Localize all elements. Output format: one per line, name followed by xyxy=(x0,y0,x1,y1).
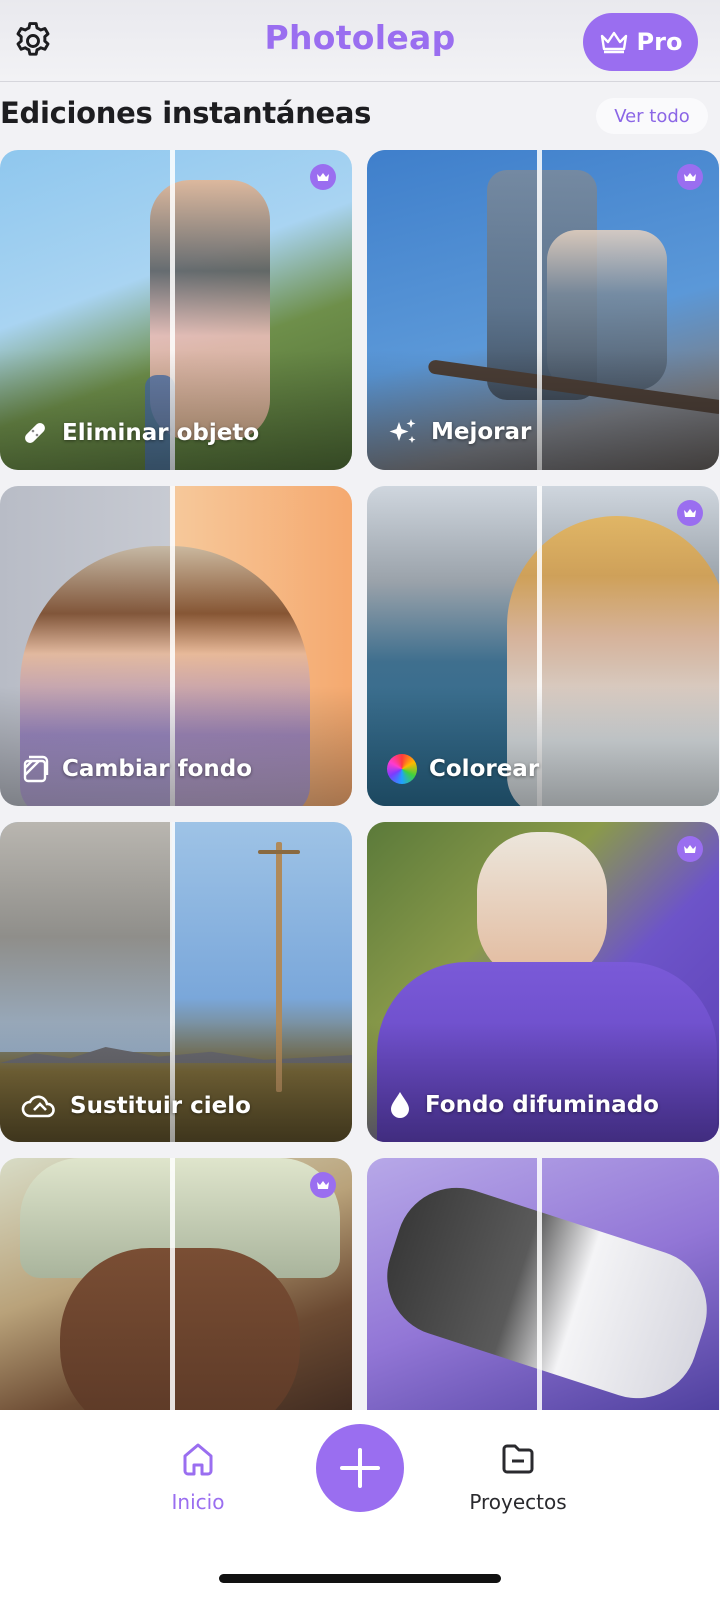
nav-home-label: Inicio xyxy=(171,1490,225,1514)
card-change-background[interactable]: Cambiar fondo xyxy=(0,486,352,806)
crown-icon xyxy=(600,31,627,54)
background-icon xyxy=(23,755,49,783)
pro-badge xyxy=(310,164,336,190)
card-label: Sustituir cielo xyxy=(20,1092,251,1120)
crown-icon xyxy=(684,845,696,853)
bottom-navigation: Inicio Proyectos xyxy=(0,1410,720,1600)
card-label: Eliminar objeto xyxy=(20,418,259,448)
pro-badge xyxy=(677,836,703,862)
sparkles-icon xyxy=(389,419,416,443)
cloud-icon xyxy=(21,1095,55,1118)
pro-button[interactable]: Pro xyxy=(583,13,698,71)
pro-badge xyxy=(677,164,703,190)
folder-icon xyxy=(502,1444,534,1474)
crown-icon xyxy=(317,173,329,181)
card-colorize[interactable]: Colorear xyxy=(367,486,719,806)
app-screen: Photoleap Pro Ediciones instantáneas Ver… xyxy=(0,0,720,1600)
card-label: Fondo difuminado xyxy=(387,1090,659,1120)
drop-icon xyxy=(391,1092,409,1118)
pro-label: Pro xyxy=(636,28,683,56)
top-bar: Photoleap Pro xyxy=(0,0,720,82)
card-background-blur[interactable]: Fondo difuminado xyxy=(367,822,719,1142)
crown-icon xyxy=(684,509,696,517)
card-tile-7[interactable] xyxy=(0,1158,352,1420)
nav-home[interactable]: Inicio xyxy=(128,1440,268,1514)
card-remove-object[interactable]: Eliminar objeto xyxy=(0,150,352,470)
pro-badge xyxy=(310,1172,336,1198)
home-icon xyxy=(183,1443,213,1476)
color-wheel-icon xyxy=(387,754,417,784)
nav-projects[interactable]: Proyectos xyxy=(448,1440,588,1514)
card-label: Cambiar fondo xyxy=(20,754,252,784)
card-label: Colorear xyxy=(387,754,539,784)
home-indicator xyxy=(219,1574,501,1583)
section-title: Ediciones instantáneas xyxy=(0,96,372,130)
bandage-icon xyxy=(25,423,45,443)
add-button[interactable] xyxy=(316,1424,404,1512)
pro-badge xyxy=(677,500,703,526)
crown-icon xyxy=(317,1181,329,1189)
crown-icon xyxy=(684,173,696,181)
card-label: Mejorar xyxy=(387,416,531,448)
card-replace-sky[interactable]: Sustituir cielo xyxy=(0,822,352,1142)
plus-icon xyxy=(340,1448,380,1488)
see-all-button[interactable]: Ver todo xyxy=(596,98,708,134)
nav-projects-label: Proyectos xyxy=(469,1490,567,1514)
card-tile-8[interactable] xyxy=(367,1158,719,1420)
card-enhance[interactable]: Mejorar xyxy=(367,150,719,470)
